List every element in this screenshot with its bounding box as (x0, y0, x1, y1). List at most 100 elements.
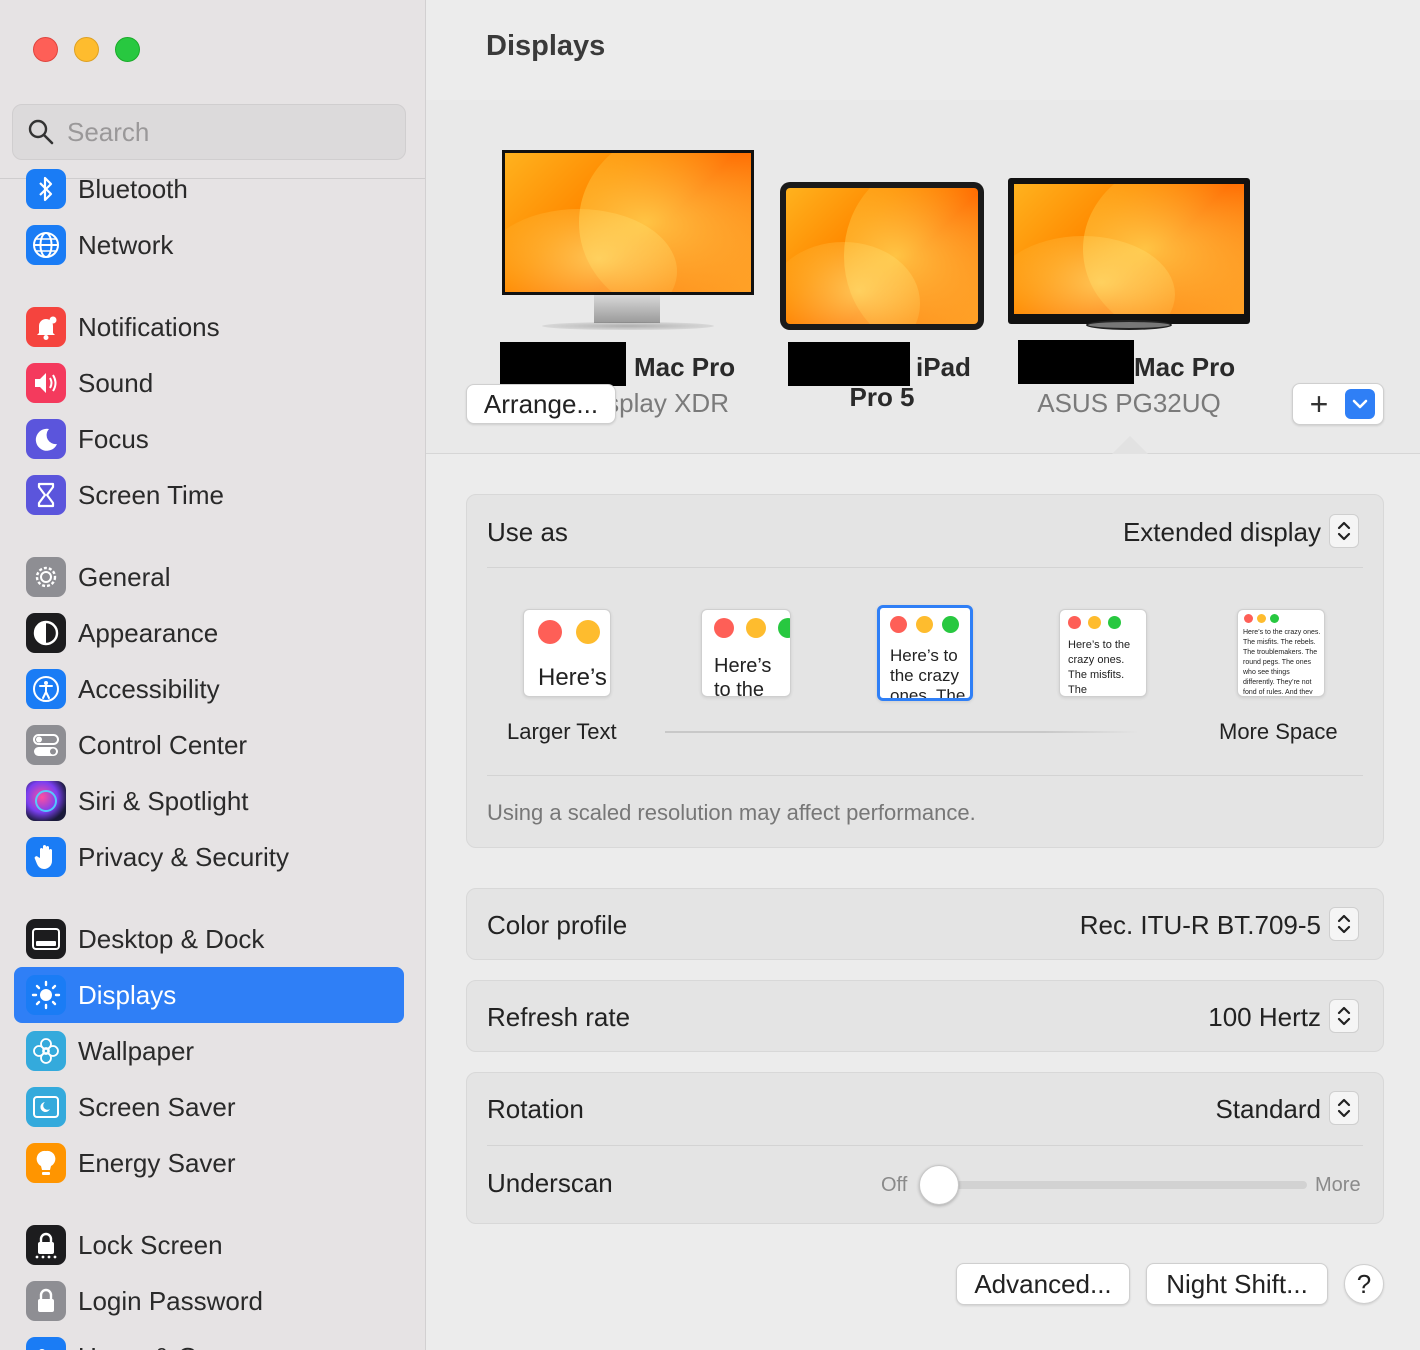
underscan-label: Underscan (487, 1168, 613, 1198)
chevron-down-icon[interactable] (1345, 389, 1375, 419)
sidebar-item-label: Desktop & Dock (78, 923, 265, 954)
help-button[interactable]: ? (1344, 1264, 1384, 1304)
underscan-slider-knob[interactable] (919, 1165, 959, 1205)
sidebar-item-displays[interactable]: Displays (14, 967, 404, 1023)
underscan-slider-track[interactable] (939, 1181, 1307, 1189)
scale-preview-text: Here’s to the crazy ones. The troublemak… (890, 646, 966, 698)
search-input[interactable] (67, 116, 367, 148)
redacted-block (1018, 340, 1134, 384)
accessibility-icon (26, 669, 66, 709)
display-3-subtitle: ASUS PG32UQ (1037, 388, 1221, 418)
arrange-button[interactable]: Arrange... (466, 384, 616, 424)
sidebar-item-control-center[interactable]: Control Center (14, 717, 404, 773)
sidebar-item-siri-spotlight[interactable]: Siri & Spotlight (14, 773, 404, 829)
sidebar-item-desktop-dock[interactable]: Desktop & Dock (14, 911, 404, 967)
display-2-screen (786, 188, 978, 324)
sidebar-item-network[interactable]: Network (14, 217, 404, 273)
color-profile-stepper[interactable] (1329, 907, 1359, 941)
sidebar-item-label: Lock Screen (78, 1229, 223, 1260)
display-1-thumbnail[interactable] (502, 150, 754, 330)
add-display-button[interactable]: + (1292, 383, 1384, 425)
sidebar-item-users-groups[interactable]: Users & Groups (14, 1329, 404, 1350)
sidebar-item-bluetooth[interactable]: Bluetooth (14, 161, 404, 217)
rotation-value[interactable]: Standard (1215, 1094, 1321, 1125)
display-2-thumbnail[interactable] (780, 182, 984, 330)
performance-note: Using a scaled resolution may affect per… (487, 800, 976, 825)
bell-icon (26, 307, 66, 347)
sidebar-item-lock-screen[interactable]: Lock Screen (14, 1217, 404, 1273)
dock-icon (26, 919, 66, 959)
refresh-rate-label: Refresh rate (487, 1002, 631, 1032)
zoom-button[interactable] (115, 37, 140, 62)
divider (487, 775, 1363, 776)
screensaver-icon (26, 1087, 66, 1127)
speaker-icon (26, 363, 66, 403)
sidebar-item-screen-time[interactable]: Screen Time (14, 467, 404, 523)
refresh-rate-row: Refresh rate 100 Hertz (466, 980, 1384, 1052)
scale-option-5[interactable]: Here’s to the crazy ones. The misfits. T… (1237, 609, 1325, 697)
sidebar-item-appearance[interactable]: Appearance (14, 605, 404, 661)
scale-line (665, 731, 1139, 733)
color-profile-value[interactable]: Rec. ITU-R BT.709-5 (1080, 910, 1321, 941)
refresh-rate-value[interactable]: 100 Hertz (1208, 1002, 1321, 1033)
display-3-screen (1014, 184, 1244, 314)
sidebar-item-label: Privacy & Security (78, 841, 289, 872)
sidebar-item-label: Screen Time (78, 479, 224, 510)
sidebar-item-label: Displays (78, 979, 177, 1010)
bulb-icon (26, 1143, 66, 1183)
advanced-button[interactable]: Advanced... (956, 1263, 1130, 1305)
scale-option-4[interactable]: Here’s to the crazy ones. The misfits. T… (1059, 609, 1147, 697)
scale-option-3[interactable]: Here’s to the crazy ones. The troublemak… (877, 605, 973, 701)
sidebar-item-accessibility[interactable]: Accessibility (14, 661, 404, 717)
minimize-button[interactable] (74, 37, 99, 62)
sidebar-item-screen-saver[interactable]: Screen Saver (14, 1079, 404, 1135)
use-as-value[interactable]: Extended display (1123, 517, 1321, 548)
sidebar-item-privacy-security[interactable]: Privacy & Security (14, 829, 404, 885)
sidebar-item-label: Energy Saver (78, 1147, 236, 1178)
sidebar-item-label: Notifications (78, 311, 220, 342)
sidebar-item-general[interactable]: General (14, 549, 404, 605)
use-as-stepper[interactable] (1329, 514, 1359, 548)
scale-preview-text: Here’s to the crazy ones. The misfits. T… (1243, 629, 1321, 694)
rotation-stepper[interactable] (1329, 1091, 1359, 1125)
plus-icon: + (1309, 385, 1329, 422)
sidebar: Bluetooth Network Notifications Sound Fo… (0, 0, 426, 1350)
sidebar-item-label: Network (78, 229, 174, 260)
display-2-subtitle: Pro 5 (849, 382, 915, 412)
scale-option-1[interactable]: Here’s (523, 609, 611, 697)
lock-dots-icon (26, 1225, 66, 1265)
sidebar-item-label: Users & Groups (78, 1342, 263, 1350)
display-1-screen (502, 150, 754, 295)
toggles-icon (26, 725, 66, 765)
scale-preview-text: Here’s to the crazy ones. The troublemak… (714, 655, 772, 697)
hand-icon (26, 837, 66, 877)
divider (487, 567, 1363, 568)
larger-text-label: Larger Text (507, 719, 617, 744)
selection-pointer (1112, 436, 1148, 454)
rotation-label: Rotation (487, 1094, 584, 1124)
sidebar-item-energy-saver[interactable]: Energy Saver (14, 1135, 404, 1191)
sidebar-item-sound[interactable]: Sound (14, 355, 404, 411)
sidebar-item-notifications[interactable]: Notifications (14, 299, 404, 355)
sidebar-item-login-password[interactable]: Login Password (14, 1273, 404, 1329)
window-controls (33, 37, 140, 62)
night-shift-button[interactable]: Night Shift... (1146, 1263, 1328, 1305)
display-1-shadow (542, 322, 714, 330)
display-2-name: iPad (916, 352, 971, 382)
close-button[interactable] (33, 37, 58, 62)
display-1-stand (594, 295, 660, 323)
sidebar-item-wallpaper[interactable]: Wallpaper (14, 1023, 404, 1079)
display-arrangement: Mac Pro Pro Display XDR iPad Pro 5 Mac P… (426, 100, 1420, 454)
sidebar-item-label: Screen Saver (78, 1091, 236, 1122)
display-3-thumbnail[interactable] (1008, 178, 1250, 336)
color-profile-row: Color profile Rec. ITU-R BT.709-5 (466, 888, 1384, 960)
up-down-chevron-icon (1337, 1006, 1351, 1026)
refresh-rate-stepper[interactable] (1329, 999, 1359, 1033)
sidebar-item-label: Control Center (78, 729, 248, 760)
search-icon (28, 119, 54, 145)
moon-icon (26, 419, 66, 459)
scale-option-2[interactable]: Here’s to the crazy ones. The troublemak… (701, 609, 791, 697)
page-title: Displays (486, 30, 606, 62)
sidebar-item-focus[interactable]: Focus (14, 411, 404, 467)
search-field[interactable] (12, 104, 406, 160)
